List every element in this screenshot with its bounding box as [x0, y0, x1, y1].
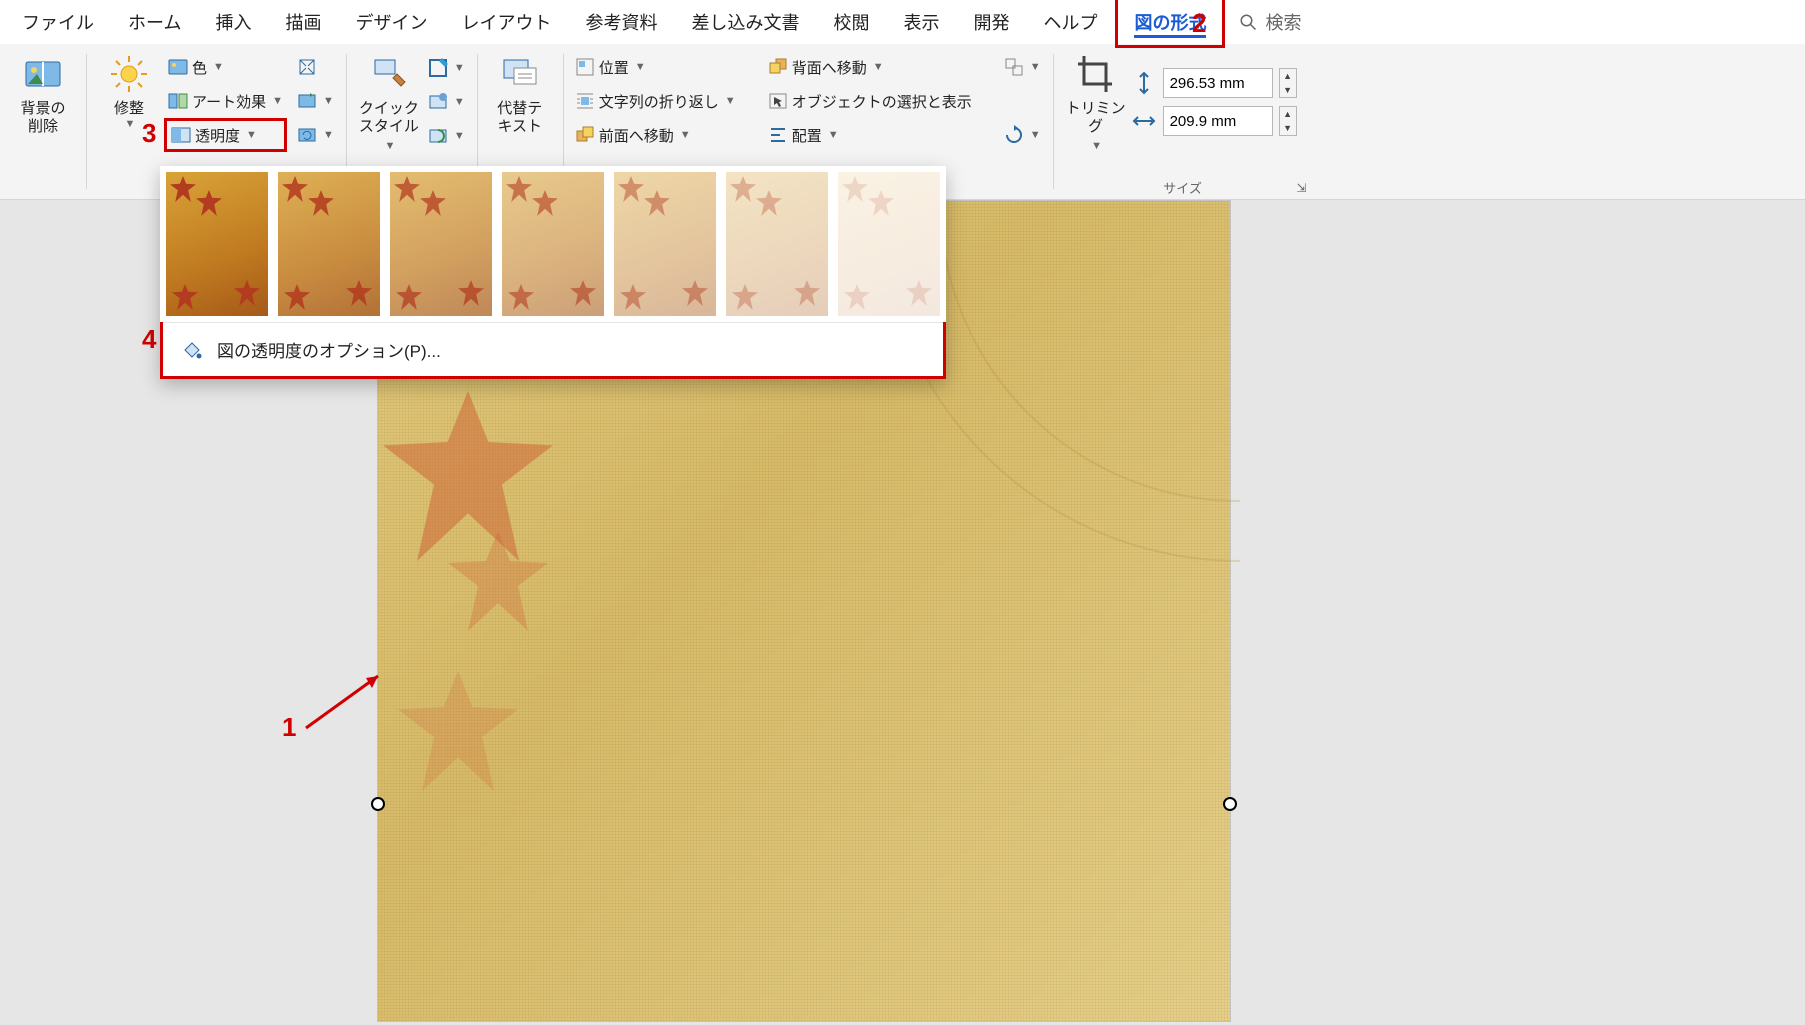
artistic-icon	[168, 91, 188, 111]
annotation-4: 4	[142, 324, 156, 355]
annotation-arrow	[300, 666, 390, 736]
transparency-preset-4[interactable]	[614, 172, 716, 316]
ribbon-tabs: ファイル ホーム 挿入 描画 デザイン レイアウト 参考資料 差し込み文書 校閲…	[0, 0, 1805, 44]
reset-icon	[297, 125, 317, 145]
bucket-icon	[181, 339, 203, 361]
group-icon	[1004, 57, 1024, 77]
compress-icon	[297, 57, 317, 77]
tab-design[interactable]: デザイン	[339, 0, 443, 45]
picture-border-button[interactable]: ▼	[424, 51, 469, 85]
tab-home[interactable]: ホーム	[112, 0, 197, 45]
size-group-label: サイズ	[1053, 178, 1313, 197]
height-icon	[1131, 70, 1157, 96]
picture-effects-button[interactable]: ▼	[424, 85, 469, 119]
chevron-down-icon: ▼	[125, 118, 136, 130]
transparency-options-label: 図の透明度のオプション(P)...	[217, 337, 441, 362]
send-backward-button[interactable]: 背面へ移動▼	[764, 50, 976, 84]
maple-leaf-decoration	[448, 531, 548, 631]
transparency-icon	[171, 125, 191, 145]
search-label: 検索	[1265, 9, 1301, 35]
border-icon	[428, 58, 448, 78]
tab-review[interactable]: 校閲	[817, 0, 885, 45]
width-field[interactable]: ▲▼	[1131, 106, 1297, 136]
position-button[interactable]: 位置▼	[571, 50, 740, 84]
color-button[interactable]: 色▼	[164, 50, 287, 84]
maple-leaf-decoration	[398, 671, 518, 791]
selection-pane-button[interactable]: オブジェクトの選択と表示	[764, 84, 976, 118]
group-button[interactable]: ▼	[1000, 50, 1045, 84]
align-button[interactable]: 配置▼	[764, 118, 976, 152]
transparency-options-row-highlight: 図の透明度のオプション(P)...	[160, 322, 946, 379]
wrap-icon	[575, 91, 595, 111]
height-field[interactable]: ▲▼	[1131, 68, 1297, 98]
crop-icon	[1076, 54, 1116, 94]
effects-icon	[428, 92, 448, 112]
transparency-button[interactable]: 透明度▼	[164, 118, 287, 152]
tab-picture-format[interactable]: 図の形式	[1115, 0, 1225, 48]
transparency-preset-5[interactable]	[726, 172, 828, 316]
selection-icon	[768, 91, 788, 111]
size-dialog-launcher[interactable]: ⇲	[1297, 181, 1307, 195]
transparency-preset-3[interactable]	[502, 172, 604, 316]
alt-text-icon	[500, 54, 540, 94]
reset-picture-button[interactable]: ▼	[293, 118, 338, 152]
height-input[interactable]	[1163, 68, 1273, 98]
search-box[interactable]: 検索	[1239, 9, 1301, 35]
transparency-options-button[interactable]: 図の透明度のオプション(P)...	[163, 322, 943, 376]
resize-handle[interactable]	[371, 797, 385, 811]
picture-color-icon	[168, 57, 188, 77]
compress-button[interactable]	[293, 50, 338, 84]
bring-forward-icon	[575, 125, 595, 145]
quick-styles-button[interactable]: クイックスタイル ▼	[354, 50, 424, 154]
remove-bg-icon	[23, 54, 63, 94]
transparency-gallery: 図の透明度のオプション(P)...	[160, 166, 946, 379]
tab-mailings[interactable]: 差し込み文書	[675, 0, 815, 45]
layout-icon	[428, 126, 448, 146]
tab-view[interactable]: 表示	[887, 0, 955, 45]
annotation-2: 2	[1192, 8, 1206, 39]
change-picture-button[interactable]: ▼	[293, 84, 338, 118]
tab-draw[interactable]: 描画	[269, 0, 337, 45]
crop-button[interactable]: トリミング▼	[1061, 50, 1131, 154]
rotate-icon	[1004, 125, 1024, 145]
paint-brush-icon	[369, 54, 409, 94]
search-icon	[1239, 13, 1257, 31]
tab-references[interactable]: 参考資料	[569, 0, 673, 45]
picture-layout-button[interactable]: ▼	[424, 119, 469, 153]
text-wrap-button[interactable]: 文字列の折り返し▼	[571, 84, 740, 118]
tab-file[interactable]: ファイル	[6, 0, 110, 45]
width-input[interactable]	[1163, 106, 1273, 136]
position-icon	[575, 57, 595, 77]
transparency-preset-6[interactable]	[838, 172, 940, 316]
remove-background-button[interactable]: 背景の削除	[8, 50, 78, 136]
change-picture-icon	[297, 91, 317, 111]
annotation-1: 1	[282, 712, 296, 743]
height-down[interactable]: ▼	[1280, 83, 1296, 97]
tab-developer[interactable]: 開発	[957, 0, 1025, 45]
width-down[interactable]: ▼	[1280, 121, 1296, 135]
sun-icon	[109, 54, 149, 94]
rotate-button[interactable]: ▼	[1000, 118, 1045, 152]
transparency-preset-0[interactable]	[166, 172, 268, 316]
bring-forward-button[interactable]: 前面へ移動▼	[571, 118, 740, 152]
align-icon	[768, 125, 788, 145]
resize-handle[interactable]	[1223, 797, 1237, 811]
transparency-preset-2[interactable]	[390, 172, 492, 316]
width-up[interactable]: ▲	[1280, 107, 1296, 121]
annotation-3: 3	[142, 118, 156, 149]
send-backward-icon	[768, 57, 788, 77]
tab-help[interactable]: ヘルプ	[1027, 0, 1113, 45]
tab-insert[interactable]: 挿入	[199, 0, 267, 45]
transparency-preset-1[interactable]	[278, 172, 380, 316]
tab-layout[interactable]: レイアウト	[445, 0, 567, 45]
width-icon	[1131, 108, 1157, 134]
transparency-thumbnails	[160, 166, 946, 322]
artistic-effects-button[interactable]: アート効果▼	[164, 84, 287, 118]
height-up[interactable]: ▲	[1280, 69, 1296, 83]
alt-text-button[interactable]: 代替テキスト	[485, 50, 555, 136]
